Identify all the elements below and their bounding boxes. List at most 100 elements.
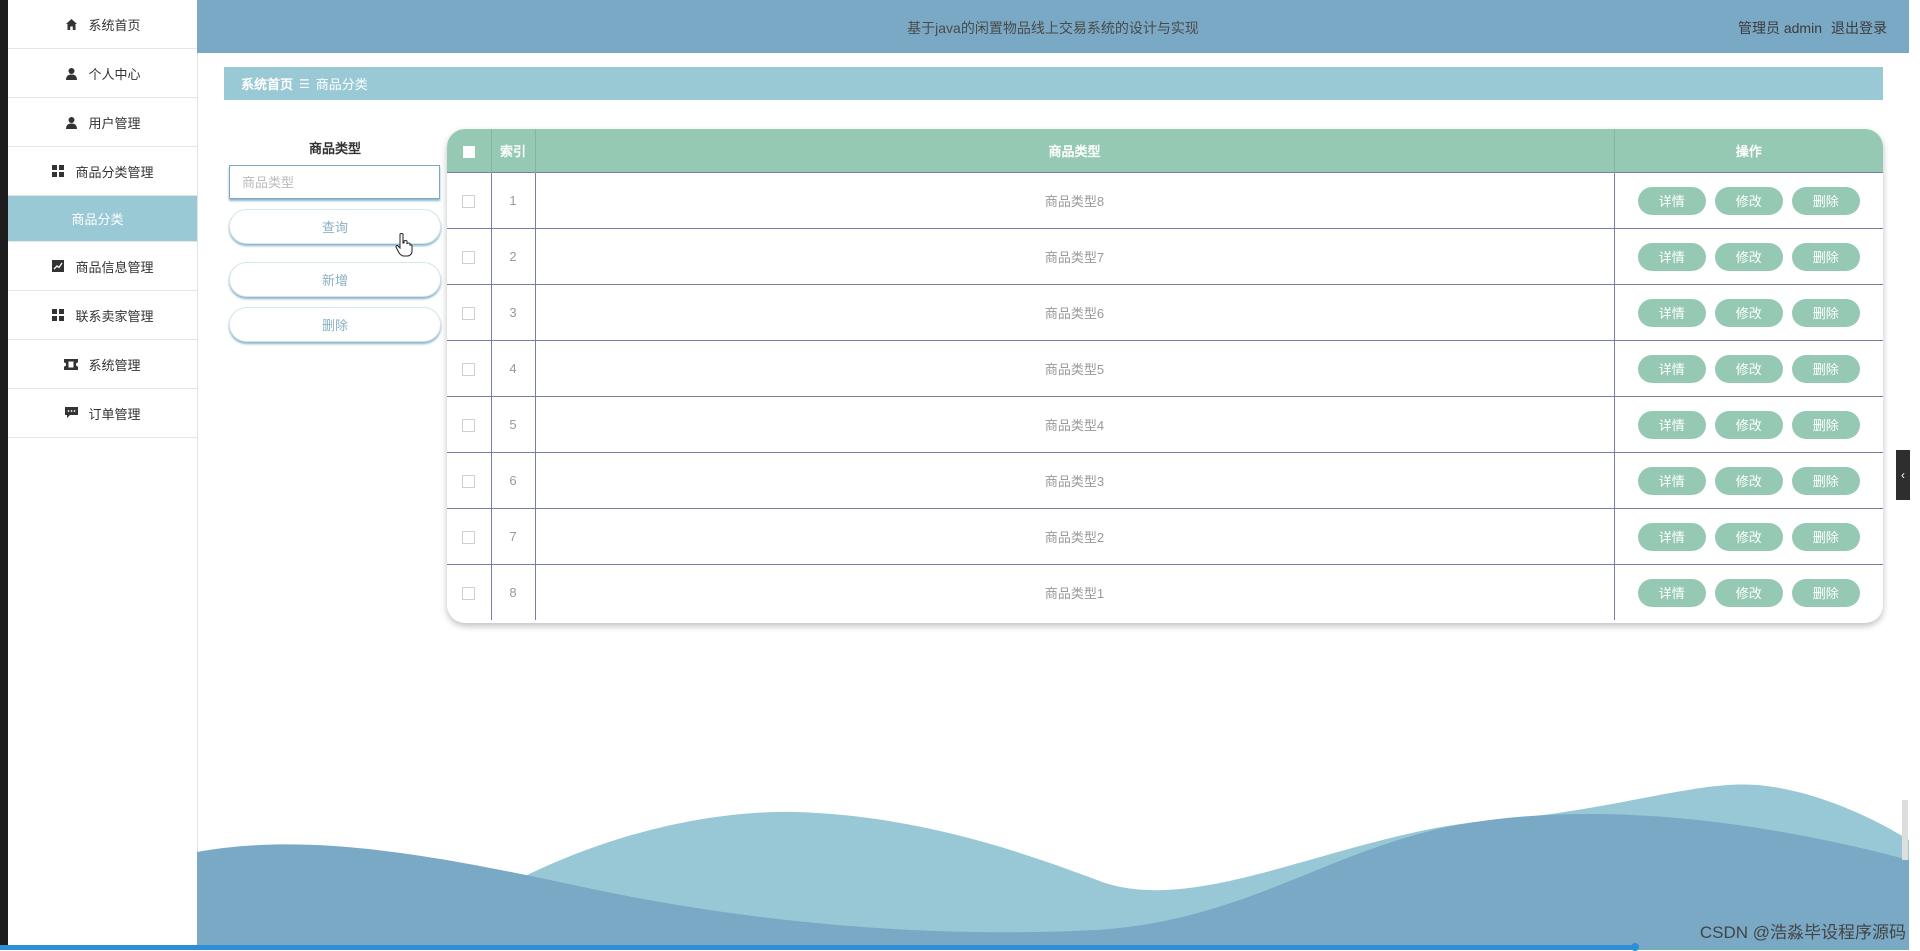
table-row: 1 商品类型8 详情 修改 删除 [447,172,1883,229]
ticket-icon [64,357,79,371]
row-checkbox[interactable] [462,531,476,545]
delete-button[interactable]: 删除 [1791,466,1860,495]
progress-bar [0,945,1635,950]
table-row: 8 商品类型1 详情 修改 删除 [447,564,1883,620]
edit-button[interactable]: 修改 [1714,186,1783,215]
sidebar-item-users[interactable]: 用户管理 [8,98,197,147]
search-input[interactable] [229,165,440,199]
row-checkbox[interactable] [462,587,476,601]
delete-button[interactable]: 删除 [1791,578,1860,607]
window-left-edge [0,0,8,950]
row-index: 1 [491,172,536,229]
search-label: 商品类型 [308,141,361,156]
sidebar-item-label: 商品分类 [71,212,124,227]
sidebar-item-label: 商品信息管理 [75,259,154,275]
category-table: 索引 商品类型 操作 1 商品类型8 详情 修改 删除 2 商品类型7 详情 修… [447,129,1883,623]
user-area: 管理员 admin 退出登录 [1738,18,1887,38]
table-row: 3 商品类型6 详情 修改 删除 [447,284,1883,341]
batch-delete-button[interactable]: 删除 [229,307,441,342]
home-icon [64,17,78,31]
edit-button[interactable]: 修改 [1714,578,1783,607]
top-header: 基于java的闲置物品线上交易系统的设计与实现 管理员 admin 退出登录 [197,0,1909,53]
sidebar-item-category-management[interactable]: 商品分类管理 [8,147,197,196]
delete-button[interactable]: 删除 [1791,242,1860,271]
batch-delete-button-label: 删除 [321,318,348,333]
row-index: 4 [491,340,536,397]
add-button[interactable]: 新增 [229,262,441,297]
edit-button[interactable]: 修改 [1714,522,1783,551]
detail-button[interactable]: 详情 [1637,466,1706,495]
row-checkbox[interactable] [462,195,476,209]
user-icon [64,66,78,80]
breadcrumb-current: 商品分类 [315,77,368,92]
row-type: 商品类型1 [535,564,1615,620]
row-checkbox[interactable] [462,419,476,433]
sidebar-item-label: 系统管理 [88,357,141,373]
sidebar-item-contact-seller[interactable]: 联系卖家管理 [8,291,197,340]
select-all-checkbox-cell [447,129,492,173]
collapse-tab-chevron-left-icon[interactable]: ‹ [1896,450,1910,500]
breadcrumb-home[interactable]: 系统首页 [241,74,293,93]
sidebar-item-label: 订单管理 [88,406,141,422]
user-label: 管理员 admin [1737,20,1822,36]
row-type: 商品类型4 [535,396,1615,453]
detail-button[interactable]: 详情 [1637,410,1706,439]
table-row: 7 商品类型2 详情 修改 删除 [447,508,1883,565]
row-checkbox[interactable] [462,475,476,489]
column-header-type: 商品类型 [535,129,1615,173]
detail-button[interactable]: 详情 [1637,242,1706,271]
delete-button[interactable]: 删除 [1791,522,1860,551]
sidebar-item-label: 联系卖家管理 [75,308,154,324]
row-index: 8 [491,564,536,620]
sidebar-item-home[interactable]: 系统首页 [8,0,197,49]
delete-button[interactable]: 删除 [1791,410,1860,439]
decorative-waves [197,784,1909,950]
breadcrumb: 系统首页 ☰ 商品分类 [224,67,1883,100]
sidebar-subitem-category[interactable]: 商品分类 [8,196,197,242]
app-title: 基于java的闲置物品线上交易系统的设计与实现 [907,20,1199,36]
delete-button[interactable]: 删除 [1791,298,1860,327]
row-checkbox[interactable] [462,251,476,265]
add-button-label: 新增 [321,273,348,288]
delete-button[interactable]: 删除 [1791,354,1860,383]
sidebar-item-orders[interactable]: 订单管理 [8,389,197,438]
detail-button[interactable]: 详情 [1637,186,1706,215]
row-index: 3 [491,284,536,341]
edit-button[interactable]: 修改 [1714,410,1783,439]
row-index: 7 [491,508,536,565]
table-row: 5 商品类型4 详情 修改 删除 [447,396,1883,453]
row-checkbox[interactable] [462,307,476,321]
edit-button[interactable]: 修改 [1714,298,1783,327]
sidebar-item-label: 个人中心 [88,66,141,82]
detail-button[interactable]: 详情 [1637,354,1706,383]
row-index: 6 [491,452,536,509]
sidebar-item-system[interactable]: 系统管理 [8,340,197,389]
watermark: CSDN @浩淼毕设程序源码 [1699,923,1906,942]
row-type: 商品类型3 [535,452,1615,509]
sidebar-item-label: 商品分类管理 [75,164,154,180]
sidebar-item-label: 用户管理 [88,115,141,131]
breadcrumb-separator-icon: ☰ [299,76,310,91]
edit-button[interactable]: 修改 [1714,466,1783,495]
column-header-index: 索引 [491,129,536,173]
logout-link[interactable]: 退出登录 [1831,18,1887,38]
row-type: 商品类型8 [535,172,1615,229]
row-checkbox[interactable] [462,363,476,377]
select-all-checkbox[interactable] [462,145,475,158]
row-index: 2 [491,228,536,285]
sidebar-item-profile[interactable]: 个人中心 [8,49,197,98]
detail-button[interactable]: 详情 [1637,298,1706,327]
row-index: 5 [491,396,536,453]
sidebar-item-label: 系统首页 [88,17,141,33]
grid-icon [51,164,65,178]
detail-button[interactable]: 详情 [1637,522,1706,551]
comment-icon [64,406,78,420]
scrollbar-thumb[interactable] [1902,800,1908,860]
edit-button[interactable]: 修改 [1714,242,1783,271]
sidebar-item-product-info[interactable]: 商品信息管理 [8,242,197,291]
table-row: 4 商品类型5 详情 修改 删除 [447,340,1883,397]
delete-button[interactable]: 删除 [1791,186,1860,215]
sidebar: 系统首页 个人中心 用户管理 商品分类管理 商品分类 商品信息管理 联系卖家管理 [8,0,198,950]
edit-button[interactable]: 修改 [1714,354,1783,383]
detail-button[interactable]: 详情 [1637,578,1706,607]
